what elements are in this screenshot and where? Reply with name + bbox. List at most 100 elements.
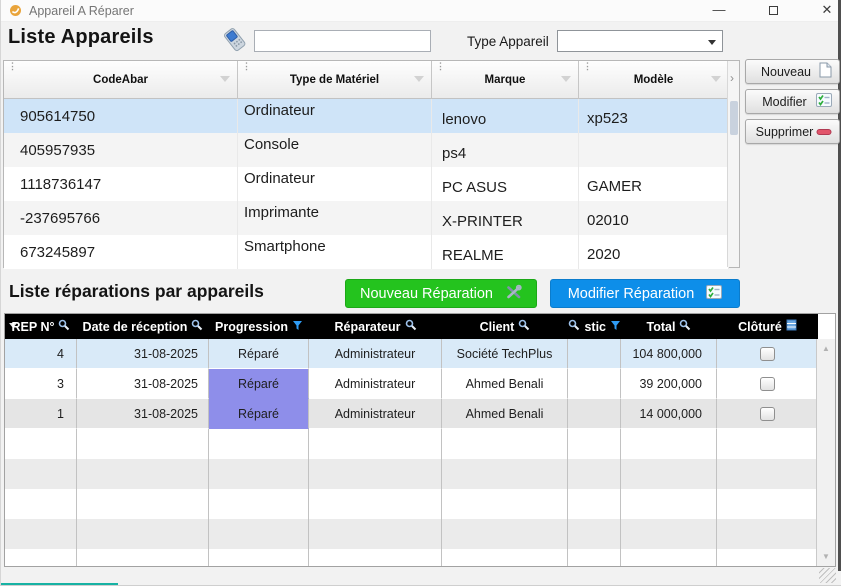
cell: [442, 459, 568, 489]
cell: PC ASUS: [432, 167, 579, 201]
nouveau-button[interactable]: Nouveau: [745, 59, 840, 84]
drag-handle-icon: ⋮: [436, 61, 445, 72]
reparations-table-header: REP N°Date de réceptionProgressionRépara…: [5, 314, 818, 339]
cell-text: REALME: [442, 247, 504, 264]
supprimer-button-label: Supprimer: [753, 125, 816, 139]
table-row[interactable]: 131-08-2025RéparéAdministrateurAhmed Ben…: [5, 399, 818, 429]
cell: Réparé: [209, 339, 309, 369]
column-header-client[interactable]: Client: [442, 314, 568, 339]
appareils-heading: Liste Appareils: [8, 26, 154, 49]
cell: [442, 549, 568, 567]
cell-text: Console: [244, 136, 299, 153]
table-row[interactable]: 431-08-2025RéparéAdministrateurSociété T…: [5, 339, 818, 369]
magnifier-icon[interactable]: [679, 319, 691, 334]
table-row[interactable]: 673245897SmartphoneREALME2020: [4, 235, 729, 269]
column-header-label: Clôturé: [738, 320, 782, 334]
filter-funnel-icon[interactable]: [711, 76, 721, 82]
cloture-checkbox[interactable]: [760, 407, 775, 421]
cell: [77, 549, 209, 567]
column-header-date-de-reception[interactable]: Date de réception: [77, 314, 209, 339]
table-row[interactable]: -237695766ImprimanteX-PRINTER02010: [4, 201, 729, 235]
column-header-label: Modèle: [634, 74, 674, 86]
cell: [621, 549, 717, 567]
modifier-button[interactable]: Modifier: [745, 89, 840, 114]
cell-text: xp523: [587, 110, 628, 127]
table-row[interactable]: 1118736147OrdinateurPC ASUSGAMER: [4, 167, 729, 201]
cell: [717, 459, 818, 489]
table-row[interactable]: 331-08-2025RéparéAdministrateurAhmed Ben…: [5, 369, 818, 399]
new-document-icon: [819, 62, 832, 81]
cell-text: ps4: [442, 145, 466, 162]
cell-text: GAMER: [587, 178, 642, 195]
cell-text: 905614750: [20, 108, 95, 125]
cell: [442, 489, 568, 519]
modifier-reparation-button[interactable]: Modifier Réparation: [550, 279, 740, 308]
column-header-diagnostic[interactable]: Diagnostic: [568, 314, 621, 339]
filter-funnel-icon[interactable]: [220, 76, 230, 82]
vertical-scrollbar[interactable]: ▲ ▼: [816, 339, 835, 566]
magnifier-icon[interactable]: [405, 319, 417, 334]
filter-funnel-icon[interactable]: [561, 76, 571, 82]
cell: 31-08-2025: [77, 339, 209, 369]
cell: 1: [5, 399, 77, 429]
app-window: Appareil A Réparer — ✕ Liste Appareils T…: [0, 0, 841, 586]
cell: Administrateur: [309, 399, 442, 429]
magnifier-icon[interactable]: [191, 319, 203, 334]
column-header-modele[interactable]: ⋮Modèle: [579, 61, 729, 99]
column-header-type-de-materiel[interactable]: ⋮Type de Matériel: [238, 61, 432, 99]
close-button[interactable]: ✕: [812, 0, 841, 22]
cell: lenovo: [432, 99, 579, 133]
modifier-reparation-label: Modifier Réparation: [568, 286, 695, 302]
column-header-reparateur[interactable]: Réparateur: [309, 314, 442, 339]
maximize-icon: [769, 6, 778, 15]
filter-funnel-icon[interactable]: [292, 320, 303, 334]
titlebar[interactable]: Appareil A Réparer — ✕: [1, 0, 841, 22]
cell: [621, 519, 717, 549]
column-header-marque[interactable]: ⋮Marque: [432, 61, 579, 99]
minimize-button[interactable]: —: [704, 0, 734, 22]
cell-text: 405957935: [20, 142, 95, 159]
columns-icon[interactable]: [786, 319, 797, 334]
supprimer-button[interactable]: Supprimer: [745, 119, 840, 144]
cell: Réparé: [209, 369, 309, 399]
edit-checklist-icon: [816, 93, 832, 110]
cell: 1118736147: [4, 167, 238, 201]
cell-text: 1118736147: [20, 176, 101, 193]
cell: [568, 399, 621, 429]
resize-grip[interactable]: [819, 568, 836, 583]
scroll-up-icon[interactable]: ▲: [817, 344, 835, 353]
table-row[interactable]: 905614750Ordinateurlenovoxp523: [4, 99, 729, 133]
barcode-scanner-icon: [220, 26, 250, 59]
magnifier-icon[interactable]: [518, 319, 530, 334]
cell-text: Société TechPlus: [457, 347, 553, 361]
cloture-checkbox[interactable]: [760, 347, 775, 361]
filter-funnel-icon[interactable]: [610, 320, 621, 334]
magnifier-icon[interactable]: [58, 319, 70, 334]
scroll-down-icon[interactable]: ▼: [817, 552, 835, 561]
cell-text: 104 800,000: [632, 347, 702, 361]
column-header-total[interactable]: Total: [621, 314, 717, 339]
nouveau-reparation-button[interactable]: Nouveau Réparation: [345, 279, 537, 308]
cell: [717, 549, 818, 567]
table-row[interactable]: 405957935 Console ps4: [4, 133, 729, 167]
cell: REALME: [432, 235, 579, 269]
search-input[interactable]: [254, 30, 431, 52]
vertical-scrollbar[interactable]: ›: [727, 61, 739, 267]
cell: [309, 519, 442, 549]
cell-text: X-PRINTER: [442, 213, 523, 230]
column-header-progression[interactable]: Progression: [209, 314, 309, 339]
cell: 31-08-2025: [77, 399, 209, 429]
column-header-rep-n[interactable]: REP N°: [5, 314, 77, 339]
column-header-codeabar[interactable]: ⋮CodeAbar: [4, 61, 238, 99]
window-title: Appareil A Réparer: [29, 4, 134, 18]
cell: [579, 133, 729, 167]
maximize-button[interactable]: [758, 0, 788, 22]
column-header-label: Client: [480, 320, 515, 334]
cloture-checkbox[interactable]: [760, 377, 775, 391]
filter-funnel-icon[interactable]: [414, 76, 424, 82]
type-appareil-combobox[interactable]: [557, 30, 723, 52]
cell: [5, 429, 77, 459]
cell: -237695766: [4, 201, 238, 235]
column-header-cloture[interactable]: Clôturé: [717, 314, 818, 339]
scrollbar-thumb[interactable]: [730, 101, 738, 135]
